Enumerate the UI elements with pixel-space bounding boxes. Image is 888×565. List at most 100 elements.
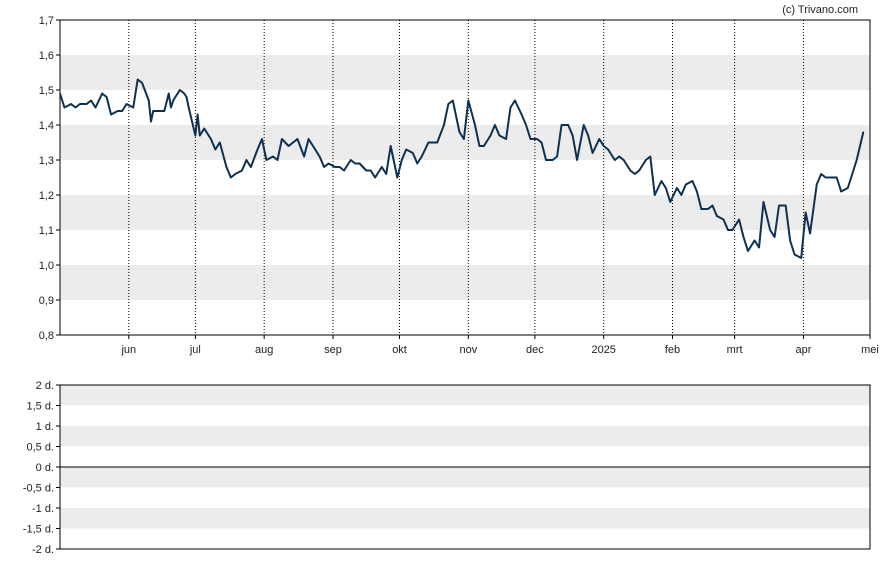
price-point [592,152,594,154]
price-point [281,138,283,140]
dividend-y-tick-label: -0,5 d. [23,483,54,495]
price-point [307,138,310,140]
price-point [276,159,279,161]
price-point [567,124,569,126]
y-tick-label: 0,8 [39,330,54,342]
price-point [241,169,243,172]
price-point [401,159,403,161]
price-point [350,159,352,161]
price-point [225,166,228,168]
x-tick-label-nov: nov [459,344,477,356]
price-point [742,236,745,238]
price-point [272,155,274,158]
y-tick-label: 1,4 [39,120,54,132]
price-point [773,236,776,238]
price-point [614,159,616,161]
y-tick-label: 1,6 [39,50,54,62]
price-point [856,159,858,161]
price-point [436,141,438,144]
price-chart-series [59,78,865,259]
price-point [245,159,248,161]
price-point [358,162,361,165]
price-point [598,138,600,140]
dividend-chart-y-ticks: 2 d. 1,5 d. 1 d. 0,5 d. 0 d. -0,5 d. -1 d. -1,5… [23,380,60,556]
price-point [789,239,791,242]
price-point [230,176,232,179]
y-tick-label: 1,1 [39,225,54,237]
price-point [494,124,496,126]
price-point [505,138,507,140]
price-point [421,155,423,158]
price-point [210,138,212,140]
price-point [536,138,538,140]
price-band [60,55,870,90]
price-point [722,218,725,221]
price-point [188,106,190,109]
price-point [370,169,372,172]
price-point [754,239,756,242]
price-point [862,131,864,133]
price-point [447,103,449,105]
price-point [560,124,563,126]
price-point [125,103,128,105]
price-point [412,152,414,154]
price-point [179,89,181,91]
price-point [110,113,112,116]
price-point [793,253,796,256]
price-point [443,124,445,126]
price-point [816,183,818,186]
price-point [618,155,620,158]
price-point [170,106,172,109]
price-point [649,155,651,158]
price-chart: 1,7 1,6 1,5 1,4 1,3 1,2 1,1 1,0 0,9 0,8 jun jul aug… [39,15,879,356]
price-point [778,204,780,207]
price-point [163,110,165,112]
price-point [94,106,97,109]
x-tick-label-apr: apr [795,344,811,356]
dividend-band [60,385,870,406]
price-point [374,176,376,179]
price-point [416,162,418,165]
price-point [572,134,574,137]
dividend-chart: 2 d. 1,5 d. 1 d. 0,5 d. 0 d. -0,5 d. -1 d. -1,5… [23,380,871,556]
x-tick-label-jun: jun [120,344,136,356]
price-point [478,145,481,147]
dividend-band [60,426,870,447]
price-point [334,166,336,168]
price-point [847,187,849,189]
price-point [339,166,341,168]
price-point [390,145,392,147]
price-point [194,134,196,137]
price-point [79,103,81,105]
price-point [840,190,842,193]
price-point [183,92,185,95]
price-point [474,124,476,126]
price-point [660,180,663,182]
price-point [800,257,802,259]
price-point [825,176,827,179]
price-point [529,138,532,140]
price-point [634,173,636,175]
price-point [805,211,807,214]
price-point [587,134,589,137]
price-point [63,106,66,109]
price-point [185,96,188,98]
y-tick-label: 0,9 [39,295,54,307]
dividend-y-tick-label: 2 d. [36,380,54,392]
dividend-y-tick-label: 1,5 d. [26,401,54,413]
price-point [809,232,811,235]
price-point [319,155,321,158]
price-point [121,110,123,112]
price-point [520,113,523,116]
price-point [489,134,492,137]
price-point [196,113,199,116]
price-point [654,194,656,196]
price-point [452,99,454,102]
price-point [137,78,139,81]
dividend-y-tick-label: 0,5 d. [26,442,54,454]
price-point [250,166,252,168]
price-point [354,162,356,165]
price-point [727,229,729,231]
x-tick-label-mrt: mrt [727,344,743,356]
price-point [256,148,259,151]
